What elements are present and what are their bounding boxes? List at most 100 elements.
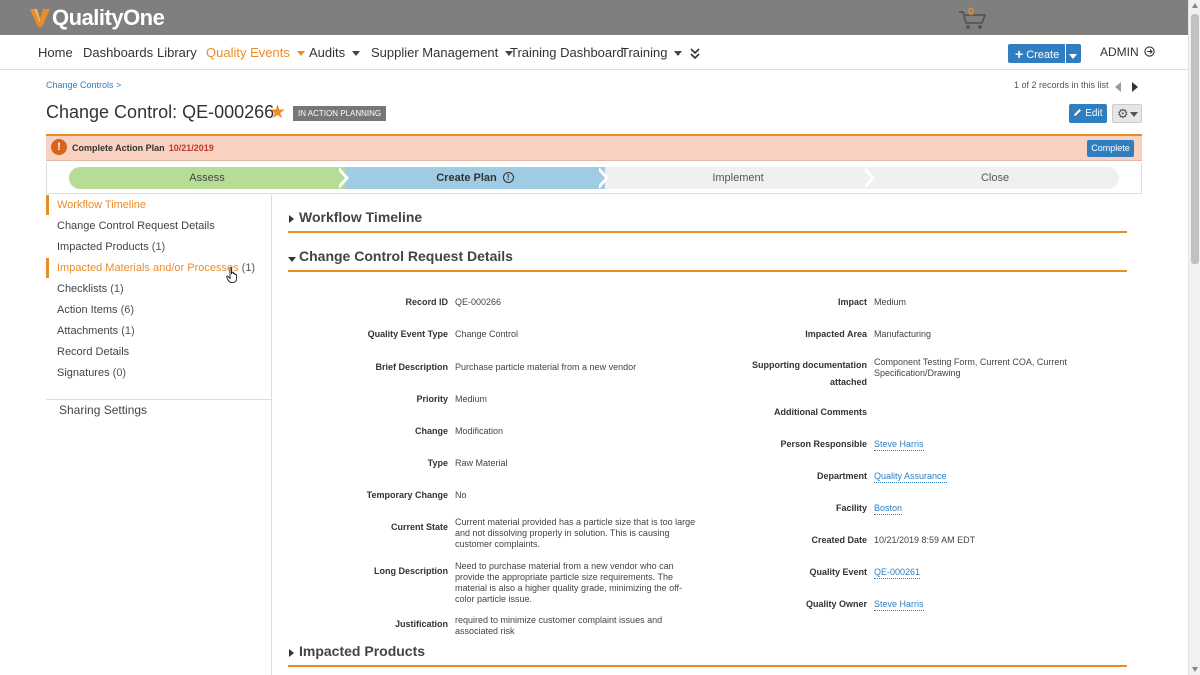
nav-home[interactable]: Home xyxy=(38,35,73,70)
actions-menu-button[interactable]: ⚙ xyxy=(1112,104,1142,123)
section-nav-record-details[interactable]: Record Details xyxy=(46,342,129,362)
quality-event-link[interactable]: QE-000261 xyxy=(874,567,921,579)
field-label: Person Responsible xyxy=(780,439,867,449)
field-label: Brief Description xyxy=(375,362,448,372)
next-record-icon[interactable] xyxy=(1132,82,1138,92)
field-label: Record ID xyxy=(405,297,448,307)
star-favorite-icon[interactable]: ★ xyxy=(269,102,286,124)
caret-right-icon xyxy=(289,649,294,657)
department-link[interactable]: Quality Assurance xyxy=(874,471,947,483)
nav-audits[interactable]: Audits xyxy=(309,35,361,70)
breadcrumb[interactable]: Change Controls > xyxy=(46,80,121,90)
field-value: Raw Material xyxy=(455,458,508,468)
task-due-date: 10/21/2019 xyxy=(168,143,214,153)
chevron-down-icon xyxy=(1130,112,1138,117)
section-title: Impacted Products xyxy=(299,643,426,659)
section-nav-signatures[interactable]: Signatures (0) xyxy=(46,363,126,383)
field-value: Current material provided has a particle… xyxy=(455,517,696,549)
nav-library[interactable]: Library xyxy=(157,35,197,70)
field-value: required to minimize customer complaint … xyxy=(455,615,663,636)
chevron-down-icon xyxy=(1069,53,1077,59)
stage-chevron xyxy=(335,167,345,189)
field-label: Quality Owner xyxy=(805,599,867,609)
chevron-down-icon xyxy=(352,51,361,57)
field-label: Additional Comments xyxy=(773,407,867,417)
lifecycle-stages: Assess Create Plan! Implement Close xyxy=(46,163,1142,194)
field-label: Temporary Change xyxy=(366,490,448,500)
veeva-v-icon xyxy=(30,8,50,27)
field-value: QE-000266 xyxy=(455,297,502,307)
nav-dashboards[interactable]: Dashboards xyxy=(83,35,153,70)
records-info: 1 of 2 records in this list xyxy=(1014,80,1109,90)
task-alert-bar: ! Complete Action Plan 10/21/2019 Complet… xyxy=(46,134,1142,161)
field-value: Medium xyxy=(874,297,907,307)
page-title: Change Control: QE-000266 xyxy=(46,102,275,122)
field-label: Type xyxy=(427,458,448,468)
field-label: Priority xyxy=(416,394,448,404)
field-label: Quality Event Type xyxy=(367,329,448,339)
stage-create-plan[interactable]: Create Plan! xyxy=(345,167,605,189)
section-nav-action-items[interactable]: Action Items (6) xyxy=(46,300,134,320)
field-label: Current State xyxy=(390,522,448,532)
scroll-down-icon[interactable] xyxy=(1192,667,1198,672)
hand-pointer-icon xyxy=(226,267,237,283)
quality-owner-link[interactable]: Steve Harris xyxy=(874,599,924,611)
exclamation-icon: ! xyxy=(502,171,514,183)
edit-button[interactable]: Edit xyxy=(1069,104,1107,123)
double-chevron-down-icon[interactable] xyxy=(690,35,700,70)
person-responsible-link[interactable]: Steve Harris xyxy=(874,439,924,451)
field-value: 10/21/2019 8:59 AM EDT xyxy=(874,535,976,545)
gear-icon: ⚙ xyxy=(1117,106,1129,121)
create-dropdown-button[interactable] xyxy=(1066,44,1081,63)
field-value: Manufacturing xyxy=(874,329,932,339)
scroll-thumb[interactable] xyxy=(1191,14,1199,264)
field-value: No xyxy=(455,490,467,500)
section-nav-impacted-products[interactable]: Impacted Products (1) xyxy=(46,237,165,257)
section-request-details[interactable]: Change Control Request Details xyxy=(288,248,1127,272)
section-nav-workflow-timeline[interactable]: Workflow Timeline xyxy=(46,195,146,215)
create-button[interactable]: + Create xyxy=(1008,44,1065,63)
nav-quality-events[interactable]: Quality Events xyxy=(206,35,305,70)
status-badge: IN ACTION PLANNING xyxy=(293,106,387,121)
section-nav-attachments[interactable]: Attachments (1) xyxy=(46,321,135,341)
app-logo[interactable]: QualityOne xyxy=(30,4,165,31)
cart-count: 0 xyxy=(968,6,975,18)
scroll-up-icon[interactable] xyxy=(1192,3,1198,8)
field-value: Component Testing Form, Current COA, Cur… xyxy=(874,357,1067,378)
page-scrollbar[interactable] xyxy=(1188,0,1200,675)
complete-button[interactable]: Complete xyxy=(1087,140,1134,157)
sharing-settings-link[interactable]: Sharing Settings xyxy=(59,403,147,417)
task-text: Complete Action Plan 10/21/2019 xyxy=(72,143,214,153)
section-workflow-timeline[interactable]: Workflow Timeline xyxy=(288,209,1127,233)
field-label: Impact xyxy=(837,297,867,307)
stage-assess[interactable]: Assess xyxy=(69,167,345,189)
section-nav-impacted-materials[interactable]: Impacted Materials and/or Processes (1) xyxy=(46,258,255,278)
caret-down-icon xyxy=(288,257,296,262)
facility-link[interactable]: Boston xyxy=(874,503,903,515)
section-impacted-products[interactable]: Impacted Products xyxy=(288,643,1127,667)
stage-chevron xyxy=(861,167,871,189)
nav-supplier-management[interactable]: Supplier Management xyxy=(371,35,514,70)
field-label: Quality Event xyxy=(809,567,867,577)
field-label: Impacted Area xyxy=(805,329,867,339)
stage-implement[interactable]: Implement xyxy=(605,167,871,189)
nav-training-dashboard[interactable]: Training Dashboard xyxy=(510,35,624,70)
field-label: Change xyxy=(414,426,448,436)
pencil-icon xyxy=(1074,109,1082,116)
field-value: Need to purchase material from a new ven… xyxy=(455,561,682,604)
section-nav-checklists[interactable]: Checklists (1) xyxy=(46,279,124,299)
field-value: Change Control xyxy=(455,329,519,339)
divider xyxy=(46,399,272,400)
nav-training[interactable]: Training xyxy=(621,35,683,70)
section-nav-request-details[interactable]: Change Control Request Details xyxy=(46,216,215,236)
field-label: Justification xyxy=(394,619,448,629)
plus-icon: + xyxy=(1015,46,1024,62)
stage-close[interactable]: Close xyxy=(871,167,1119,189)
field-label: Department xyxy=(816,471,867,481)
admin-menu[interactable]: ADMIN xyxy=(1100,35,1155,70)
previous-record-icon[interactable] xyxy=(1115,82,1121,92)
chevron-down-icon xyxy=(674,51,683,57)
field-value: Modification xyxy=(455,426,504,436)
field-label: Facility xyxy=(835,503,867,513)
app-name: QualityOne xyxy=(52,4,165,30)
